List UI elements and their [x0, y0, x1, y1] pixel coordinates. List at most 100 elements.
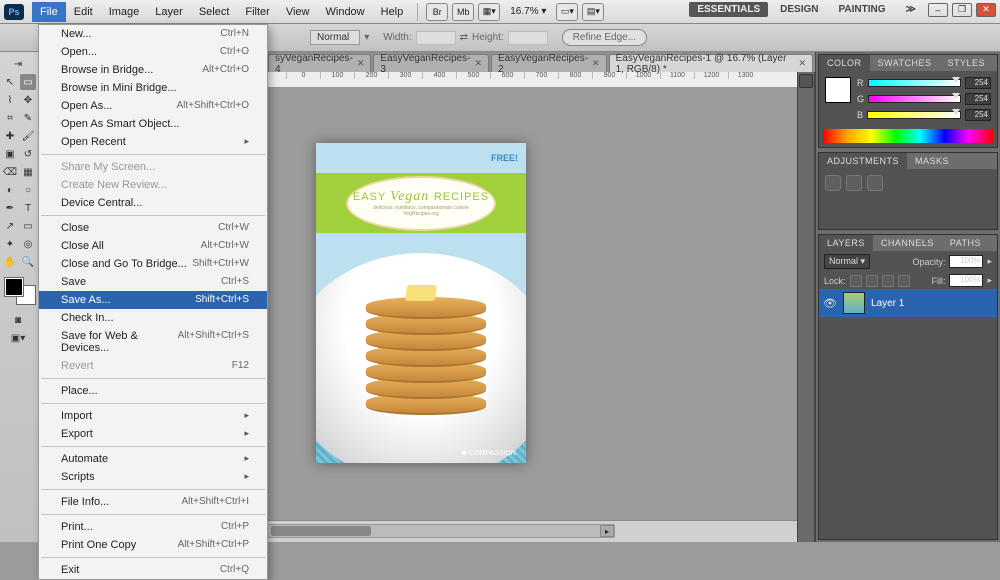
layer-row[interactable]: 👁 Layer 1 — [819, 289, 997, 317]
heal-tool[interactable]: ✚ — [2, 128, 18, 144]
menu-item-browse-in-bridge[interactable]: Browse in Bridge...Alt+Ctrl+O — [39, 61, 267, 79]
menu-item-open-as[interactable]: Open As...Alt+Shift+Ctrl+O — [39, 97, 267, 115]
layer-thumb[interactable] — [843, 292, 865, 314]
color-main-swatch[interactable] — [825, 77, 851, 103]
lock-trans-icon[interactable] — [850, 275, 862, 287]
layer-name[interactable]: Layer 1 — [871, 298, 904, 309]
menu-item-check-in[interactable]: Check In... — [39, 309, 267, 327]
menu-layer[interactable]: Layer — [147, 2, 191, 22]
window-close[interactable]: ✕ — [976, 3, 996, 17]
tab-masks[interactable]: MASKS — [907, 153, 957, 169]
adjust-icon[interactable] — [867, 175, 883, 191]
quickmask-tool[interactable]: ◙ — [2, 312, 34, 328]
stamp-tool[interactable]: ▣ — [2, 146, 18, 162]
menu-edit[interactable]: Edit — [66, 2, 101, 22]
tab-adjustments[interactable]: ADJUSTMENTS — [819, 153, 907, 169]
hand-tool[interactable]: ✋ — [2, 254, 18, 270]
workspace-design[interactable]: DESIGN — [772, 2, 826, 17]
g-slider[interactable] — [868, 95, 961, 103]
adjust-icon[interactable] — [846, 175, 862, 191]
marquee-tool[interactable]: ▭ — [20, 74, 36, 90]
r-value[interactable]: 254 — [965, 77, 991, 89]
move-tool[interactable]: ↖ — [2, 74, 18, 90]
lock-all-icon[interactable] — [898, 275, 910, 287]
close-icon[interactable]: ✕ — [798, 58, 806, 69]
history-brush-tool[interactable]: ↺ — [20, 146, 36, 162]
menu-item-open[interactable]: Open...Ctrl+O — [39, 43, 267, 61]
menu-item-file-info[interactable]: File Info...Alt+Shift+Ctrl+I — [39, 493, 267, 511]
menu-item-device-central[interactable]: Device Central... — [39, 194, 267, 212]
color-spectrum[interactable] — [823, 129, 993, 143]
color-swatches[interactable] — [5, 278, 35, 304]
3d-camera-tool[interactable]: ◎ — [20, 236, 36, 252]
brush-tool[interactable]: 🖌 — [20, 128, 36, 144]
menu-item-browse-in-mini-bridge[interactable]: Browse in Mini Bridge... — [39, 79, 267, 97]
close-icon[interactable]: ✕ — [592, 58, 600, 69]
menu-item-save[interactable]: SaveCtrl+S — [39, 273, 267, 291]
close-icon[interactable]: ✕ — [474, 58, 482, 69]
tab-color[interactable]: COLOR — [819, 55, 870, 71]
fill-input[interactable]: 100% — [949, 274, 983, 287]
doc-tab[interactable]: syVeganRecipes-4✕ — [268, 54, 371, 72]
window-restore[interactable]: ❐ — [952, 3, 972, 17]
menu-item-scripts[interactable]: Scripts — [39, 468, 267, 486]
lock-pos-icon[interactable] — [882, 275, 894, 287]
b-slider[interactable] — [867, 111, 961, 119]
g-value[interactable]: 254 — [965, 93, 991, 105]
workspace-essentials[interactable]: ESSENTIALS — [689, 2, 768, 17]
menu-filter[interactable]: Filter — [237, 2, 277, 22]
3d-tool[interactable]: ✦ — [2, 236, 18, 252]
b-value[interactable]: 254 — [965, 109, 991, 121]
style-value[interactable]: Normal — [310, 30, 360, 45]
menu-item-import[interactable]: Import — [39, 407, 267, 425]
menu-item-close-and-go-to-bridge[interactable]: Close and Go To Bridge...Shift+Ctrl+W — [39, 255, 267, 273]
blend-mode-select[interactable]: Normal ▾ — [824, 254, 870, 269]
tab-swatches[interactable]: SWATCHES — [870, 55, 940, 71]
menu-item-close-all[interactable]: Close AllAlt+Ctrl+W — [39, 237, 267, 255]
menu-image[interactable]: Image — [101, 2, 148, 22]
view-extras-icon[interactable]: ▦▾ — [478, 3, 500, 21]
menu-item-place[interactable]: Place... — [39, 382, 267, 400]
menu-file[interactable]: File — [32, 2, 66, 22]
menu-item-print-one-copy[interactable]: Print One CopyAlt+Shift+Ctrl+P — [39, 536, 267, 554]
shape-tool[interactable]: ▭ — [20, 218, 36, 234]
visibility-icon[interactable]: 👁 — [823, 296, 837, 310]
path-select-tool[interactable]: ↗ — [2, 218, 18, 234]
eyedropper-tool[interactable]: ✎ — [20, 110, 36, 126]
window-minimize[interactable]: – — [928, 3, 948, 17]
menu-item-close[interactable]: CloseCtrl+W — [39, 219, 267, 237]
workspace-painting[interactable]: PAINTING — [830, 2, 893, 17]
actions-icon[interactable] — [799, 74, 813, 88]
menu-select[interactable]: Select — [191, 2, 238, 22]
lock-pixels-icon[interactable] — [866, 275, 878, 287]
menu-item-exit[interactable]: ExitCtrl+Q — [39, 561, 267, 579]
menu-item-save-for-web-devices[interactable]: Save for Web & Devices...Alt+Shift+Ctrl+… — [39, 327, 267, 357]
document-canvas[interactable]: FREE! EASY Vegan RECIPES delicious, nutr… — [316, 143, 526, 463]
scroll-right-arrow[interactable]: ▸ — [600, 525, 614, 537]
r-slider[interactable] — [868, 79, 962, 87]
bridge-icon[interactable]: Br — [426, 3, 448, 21]
tab-channels[interactable]: CHANNELS — [873, 235, 942, 251]
screenmode-tool[interactable]: ▣▾ — [2, 330, 34, 346]
zoom-display[interactable]: 16.7% ▾ — [502, 2, 554, 21]
foreground-swatch[interactable] — [5, 278, 23, 296]
eraser-tool[interactable]: ⌫ — [2, 164, 18, 180]
doc-tab[interactable]: EasyVeganRecipes-3✕ — [373, 54, 489, 72]
menu-item-open-as-smart-object[interactable]: Open As Smart Object... — [39, 115, 267, 133]
gradient-tool[interactable]: ▦ — [20, 164, 36, 180]
adjust-icon[interactable] — [825, 175, 841, 191]
panel-collapse-bar[interactable] — [797, 52, 815, 542]
opacity-input[interactable]: 100% — [949, 255, 983, 268]
menu-item-automate[interactable]: Automate — [39, 450, 267, 468]
close-icon[interactable]: ✕ — [357, 58, 365, 69]
doc-tab-active[interactable]: EasyVeganRecipes-1 @ 16.7% (Layer 1, RGB… — [609, 54, 813, 72]
tab-paths[interactable]: PATHS — [942, 235, 989, 251]
menu-item-open-recent[interactable]: Open Recent — [39, 133, 267, 151]
dodge-tool[interactable]: ○ — [20, 182, 36, 198]
zoom-tool[interactable]: 🔍 — [20, 254, 36, 270]
scroll-thumb[interactable] — [271, 526, 371, 536]
type-tool[interactable]: T — [20, 200, 36, 216]
tab-layers[interactable]: LAYERS — [819, 235, 873, 251]
menu-item-new[interactable]: New...Ctrl+N — [39, 25, 267, 43]
doc-tab[interactable]: EasyVeganRecipes-2✕ — [491, 54, 607, 72]
